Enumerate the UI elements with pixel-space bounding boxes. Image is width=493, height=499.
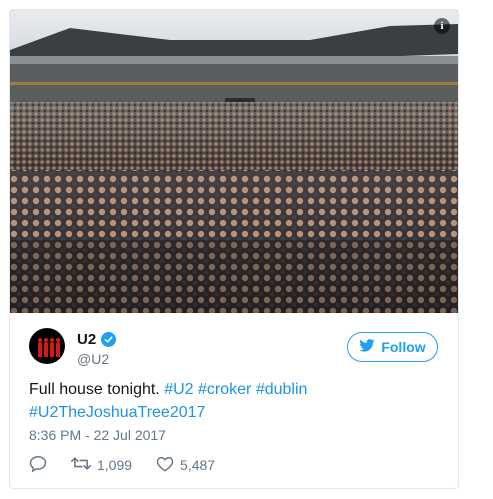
twitter-bird-icon bbox=[359, 339, 375, 355]
avatar-figure bbox=[44, 338, 48, 357]
tweet-card: i U2 @U2 Follow Full house tonight. #U2 … bbox=[9, 9, 459, 489]
info-icon[interactable]: i bbox=[434, 18, 450, 34]
user-name-block[interactable]: U2 @U2 bbox=[77, 331, 117, 367]
stadium-crowd-image bbox=[10, 10, 458, 313]
like-icon bbox=[156, 456, 174, 475]
reply-button[interactable] bbox=[29, 455, 47, 475]
avatar-figure bbox=[38, 338, 42, 357]
tweet-timestamp[interactable]: 8:36 PM - 22 Jul 2017 bbox=[29, 427, 166, 443]
follow-label: Follow bbox=[381, 339, 426, 355]
user-handle[interactable]: @U2 bbox=[77, 351, 116, 367]
display-name[interactable]: U2 bbox=[77, 331, 117, 348]
retweet-button[interactable]: 1,099 bbox=[71, 456, 132, 474]
hashtag-link[interactable]: #dublin bbox=[256, 381, 308, 398]
reply-icon bbox=[29, 455, 47, 475]
tweet-text: Full house tonight. #U2 #croker #dublin … bbox=[29, 378, 439, 424]
retweet-count: 1,099 bbox=[97, 457, 133, 473]
verified-icon bbox=[101, 332, 117, 347]
follow-button[interactable]: Follow bbox=[347, 332, 438, 362]
hashtag-link[interactable]: #croker bbox=[198, 381, 251, 398]
like-count: 5,487 bbox=[180, 457, 216, 473]
hashtag-link[interactable]: #U2 bbox=[164, 381, 193, 398]
info-glyph: i bbox=[440, 20, 444, 32]
avatar-figure bbox=[50, 338, 54, 357]
avatar-figure bbox=[56, 338, 60, 357]
tweet-photo[interactable]: i bbox=[10, 10, 458, 313]
avatar[interactable] bbox=[29, 328, 65, 364]
tweet-text-plain: Full house tonight. bbox=[29, 381, 160, 398]
tweet-actions: 1,099 5,487 bbox=[29, 455, 239, 475]
retweet-icon bbox=[71, 456, 91, 474]
hashtag-link[interactable]: #U2TheJoshuaTree2017 bbox=[29, 404, 205, 421]
tweet-header: U2 @U2 Follow bbox=[10, 313, 458, 373]
display-name-text[interactable]: U2 bbox=[77, 331, 96, 348]
like-button[interactable]: 5,487 bbox=[156, 456, 215, 475]
